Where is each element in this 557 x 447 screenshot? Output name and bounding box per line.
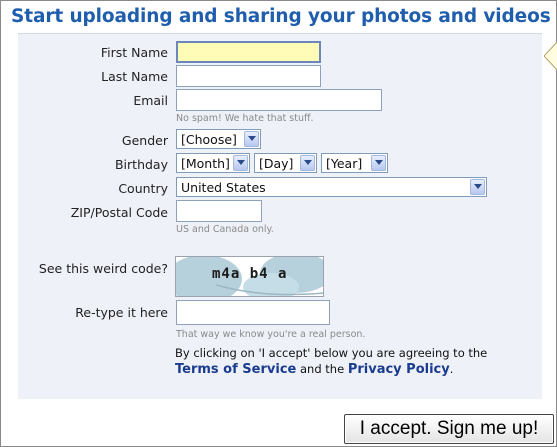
chevron-down-icon[interactable] xyxy=(244,131,259,147)
retype-hint: That way we know you're a real person. xyxy=(176,329,366,340)
birthday-year-select[interactable]: [Year] xyxy=(321,153,388,173)
country-selected-value: United States xyxy=(181,180,266,195)
country-label: Country xyxy=(118,181,168,196)
gender-select[interactable]: [Choose] xyxy=(176,129,261,149)
birthday-month-select[interactable]: [Month] xyxy=(176,153,250,173)
captcha-code: m4a b4 a xyxy=(212,266,288,282)
email-label: Email xyxy=(133,93,168,108)
retype-label: Re-type it here xyxy=(75,305,168,320)
zip-input[interactable] xyxy=(176,200,262,222)
birthday-month-value: [Month] xyxy=(181,156,230,171)
zip-hint: US and Canada only. xyxy=(176,224,274,235)
birthday-label: Birthday xyxy=(114,157,168,172)
birthday-day-select[interactable]: [Day] xyxy=(254,153,317,173)
birthday-day-value: [Day] xyxy=(259,156,294,171)
chevron-down-icon[interactable] xyxy=(470,179,485,195)
terms-of-service-link[interactable]: Terms of Service xyxy=(175,362,296,377)
agreement-links: Terms of Service and the Privacy Policy. xyxy=(175,362,453,377)
email-hint: No spam! We hate that stuff. xyxy=(176,113,314,124)
gender-label: Gender xyxy=(121,133,168,148)
email-input[interactable] xyxy=(176,89,382,111)
captcha-retype-input[interactable] xyxy=(176,300,330,325)
accept-signup-button[interactable]: I accept. Sign me up! xyxy=(344,414,554,444)
privacy-policy-link[interactable]: Privacy Policy xyxy=(348,362,450,377)
captcha-label: See this weird code? xyxy=(38,261,168,276)
country-select[interactable]: United States xyxy=(176,177,487,197)
chevron-down-icon[interactable] xyxy=(300,155,315,171)
agreement-text: By clicking on 'I accept' below you are … xyxy=(175,346,488,360)
birthday-year-value: [Year] xyxy=(326,156,363,171)
zip-label: ZIP/Postal Code xyxy=(70,205,168,220)
last-name-input[interactable] xyxy=(176,65,321,87)
last-name-label: Last Name xyxy=(101,69,168,84)
captcha-image: m4a b4 a xyxy=(175,256,324,297)
chevron-down-icon[interactable] xyxy=(371,155,386,171)
gender-selected-value: [Choose] xyxy=(181,132,237,147)
chevron-down-icon[interactable] xyxy=(233,155,248,171)
first-name-label: First Name xyxy=(100,45,168,60)
page-heading: Start uploading and sharing your photos … xyxy=(11,6,551,27)
first-name-input[interactable] xyxy=(176,41,321,63)
arrow-left-icon xyxy=(544,41,557,71)
agreement-and-text: and the xyxy=(300,362,345,376)
agreement-period: . xyxy=(449,362,454,376)
